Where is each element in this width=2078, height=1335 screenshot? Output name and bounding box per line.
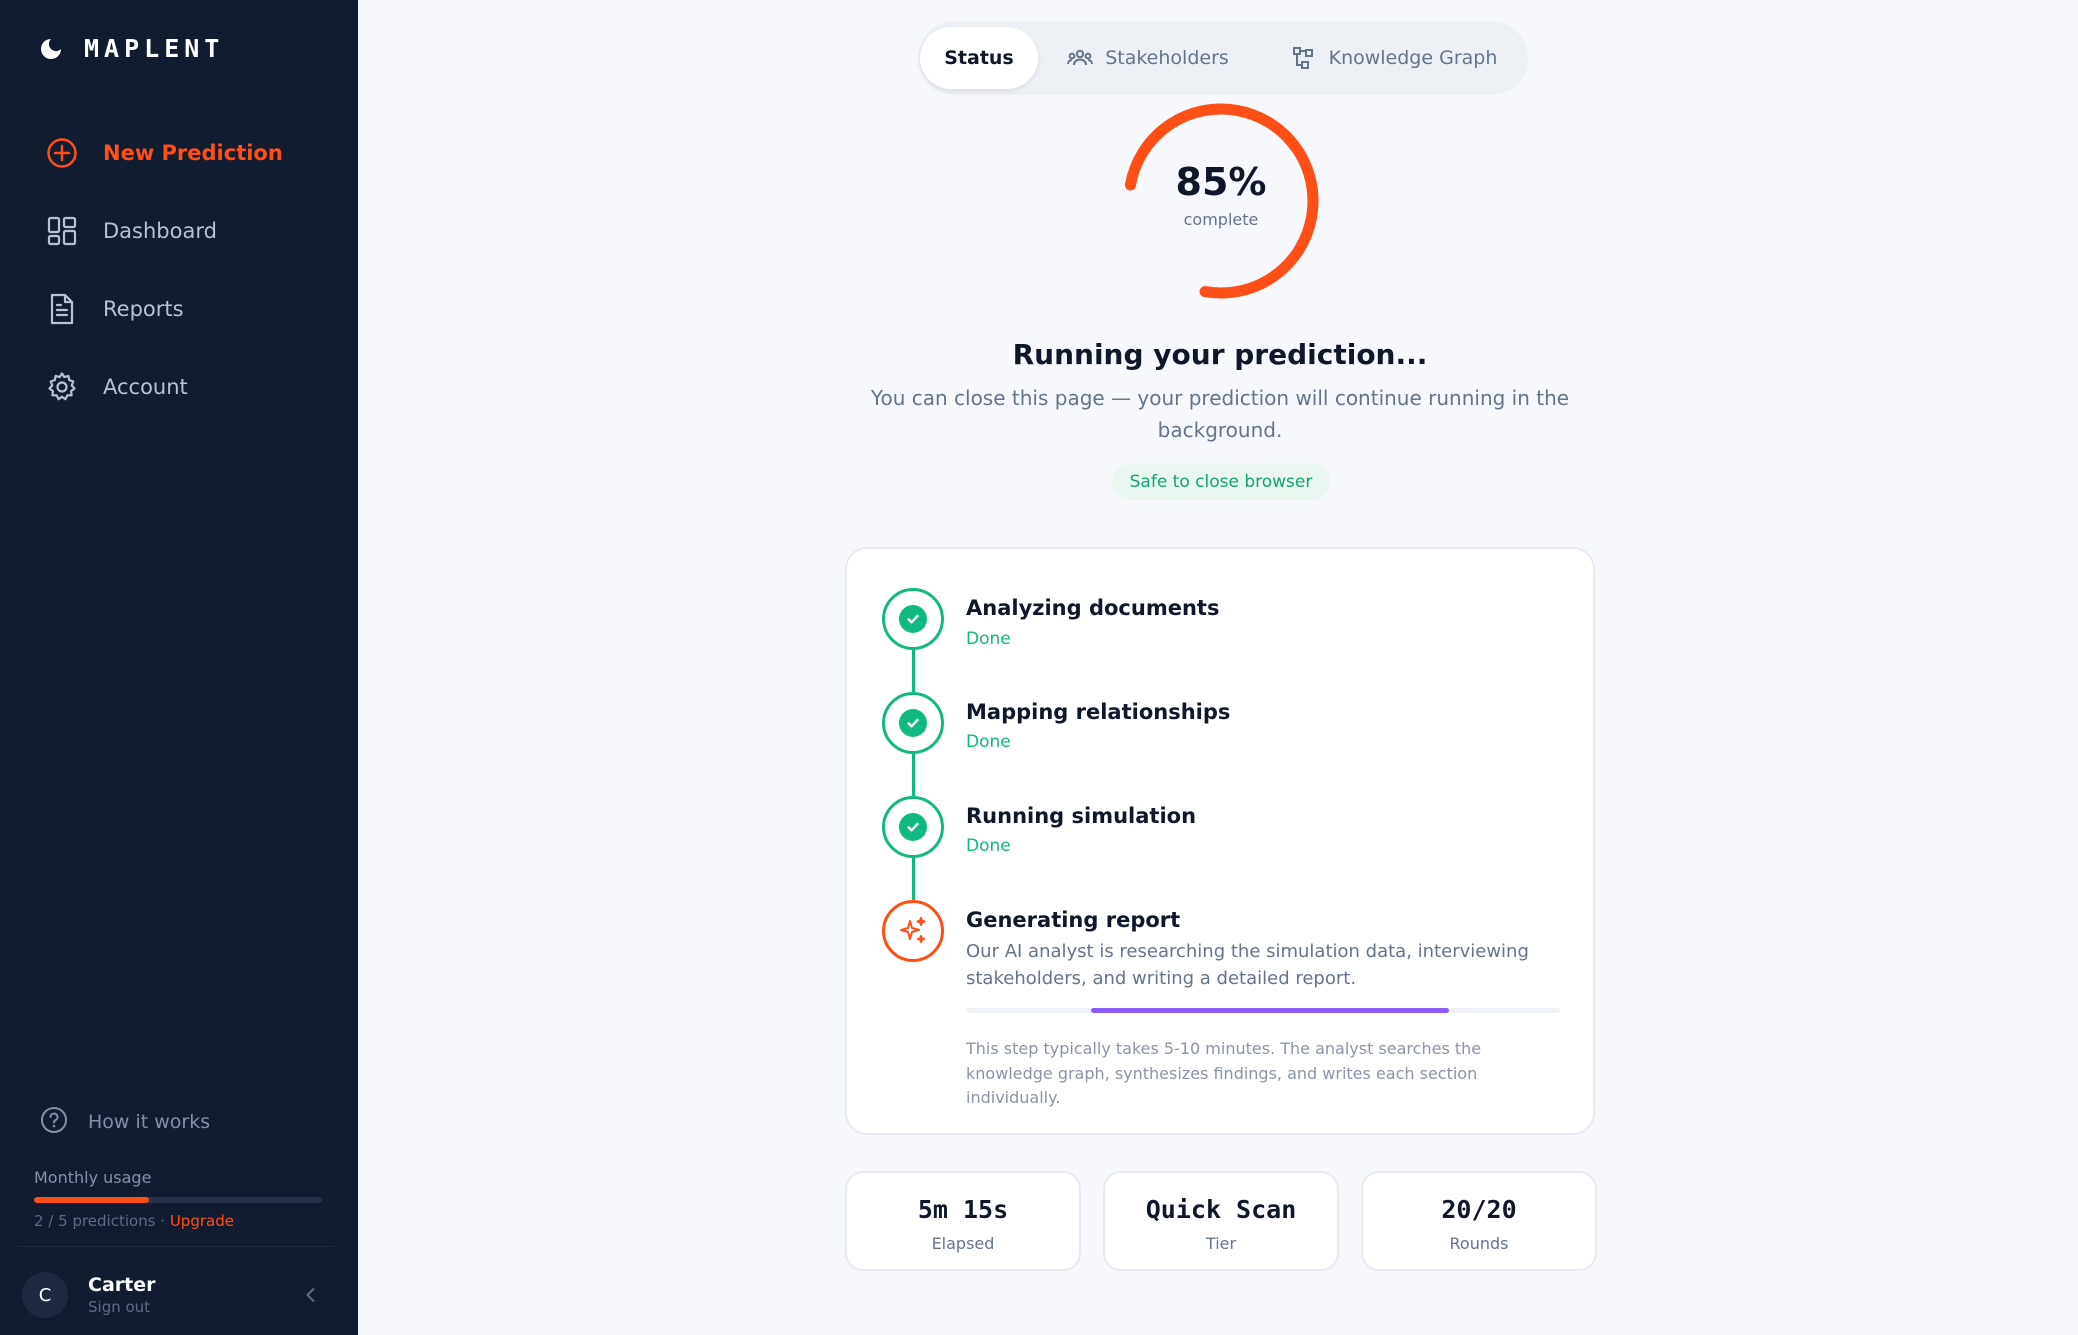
usage-meta: 2 / 5 predictions · Upgrade	[34, 1212, 322, 1230]
sidebar-item-label: New Prediction	[103, 141, 283, 165]
stat-rounds: 20/20 Rounds	[1361, 1171, 1597, 1271]
sparkle-icon	[900, 917, 926, 943]
progress-percent: 85%	[1175, 160, 1267, 204]
tab-label: Knowledge Graph	[1328, 47, 1498, 69]
how-it-works-link[interactable]: How it works	[40, 1106, 210, 1138]
check-icon	[899, 709, 927, 737]
monthly-usage: Monthly usage 2 / 5 predictions · Upgrad…	[34, 1168, 322, 1230]
sidebar-item-dashboard[interactable]: Dashboard	[44, 201, 334, 261]
step-description: Our AI analyst is researching the simula…	[966, 941, 1529, 989]
plus-circle-icon	[44, 135, 80, 171]
how-it-works-label: How it works	[88, 1111, 211, 1133]
maplent-logo-icon	[41, 38, 61, 59]
gear-icon	[44, 369, 80, 405]
stat-label: Rounds	[1449, 1234, 1509, 1253]
user-info: Carter Sign out	[88, 1274, 155, 1316]
dashboard-grid-icon	[44, 213, 80, 249]
stat-value: Quick Scan	[1145, 1195, 1297, 1224]
step-title: Generating report	[966, 908, 1181, 932]
sign-out-link[interactable]: Sign out	[88, 1298, 155, 1316]
sidebar: MAPLENT New Prediction Dashboard Reports…	[0, 0, 358, 1335]
progress-label: complete	[1183, 210, 1259, 229]
step-status: Done	[966, 629, 1011, 649]
question-circle-icon	[40, 1106, 68, 1138]
brand[interactable]: MAPLENT	[38, 34, 224, 63]
graph-icon	[1292, 47, 1317, 69]
step-status-circle	[882, 692, 944, 754]
usage-progress-fill	[34, 1197, 150, 1203]
stat-value: 5m 15s	[917, 1195, 1009, 1224]
user-name: Carter	[88, 1274, 156, 1296]
step-connector	[912, 650, 915, 692]
step-title: Analyzing documents	[966, 596, 1220, 620]
step-connector	[912, 754, 915, 796]
check-icon	[899, 605, 927, 633]
status-subline: You can close this page — your predictio…	[870, 386, 1570, 442]
upgrade-link[interactable]: Upgrade	[170, 1212, 234, 1230]
report-progress-indicator	[1091, 1008, 1449, 1013]
step-title: Mapping relationships	[966, 700, 1231, 724]
check-icon	[899, 813, 927, 841]
report-progress-track	[966, 1008, 1560, 1013]
view-tabs: Status Stakeholders Knowledge Graph	[918, 21, 1528, 95]
sidebar-item-label: Reports	[103, 297, 184, 321]
tab-stakeholders[interactable]: Stakeholders	[1048, 27, 1248, 89]
user-profile: C Carter Sign out	[22, 1270, 332, 1320]
step-status: Done	[966, 836, 1011, 856]
stat-label: Tier	[1205, 1234, 1237, 1253]
step-status: Done	[966, 732, 1011, 752]
step-status-circle	[882, 796, 944, 858]
tab-status[interactable]: Status	[920, 27, 1038, 89]
brand-name: MAPLENT	[84, 34, 225, 63]
step-connector	[912, 858, 915, 900]
step-title: Running simulation	[966, 804, 1197, 828]
users-icon	[1067, 48, 1094, 68]
safe-to-close-badge: Safe to close browser	[1112, 464, 1330, 500]
step-status-circle	[882, 900, 944, 962]
stat-elapsed: 5m 15s Elapsed	[845, 1171, 1081, 1271]
sidebar-item-label: Account	[103, 375, 188, 399]
sidebar-divider	[18, 1246, 334, 1247]
tab-label: Stakeholders	[1105, 47, 1229, 69]
steps-card: Analyzing documents Done Mapping relatio…	[845, 547, 1595, 1135]
document-icon	[44, 291, 80, 327]
sidebar-item-new-prediction[interactable]: New Prediction	[44, 123, 334, 183]
stat-tier: Quick Scan Tier	[1103, 1171, 1339, 1271]
status-headline: Running your prediction...	[1012, 338, 1428, 371]
tab-label: Status	[944, 47, 1014, 69]
sidebar-item-account[interactable]: Account	[44, 357, 334, 417]
usage-progress-bar	[34, 1197, 322, 1203]
sidebar-item-reports[interactable]: Reports	[44, 279, 334, 339]
step-status-circle	[882, 588, 944, 650]
avatar[interactable]: C	[22, 1272, 68, 1318]
stat-value: 20/20	[1441, 1195, 1517, 1224]
stat-label: Elapsed	[931, 1234, 995, 1253]
usage-title: Monthly usage	[34, 1168, 152, 1187]
chevron-left-icon[interactable]	[300, 1284, 322, 1306]
tab-knowledge-graph[interactable]: Knowledge Graph	[1280, 27, 1510, 89]
step-note: This step typically takes 5-10 minutes. …	[966, 1039, 1482, 1107]
sidebar-item-label: Dashboard	[103, 219, 217, 243]
usage-count: 2 / 5 predictions ·	[34, 1212, 170, 1230]
